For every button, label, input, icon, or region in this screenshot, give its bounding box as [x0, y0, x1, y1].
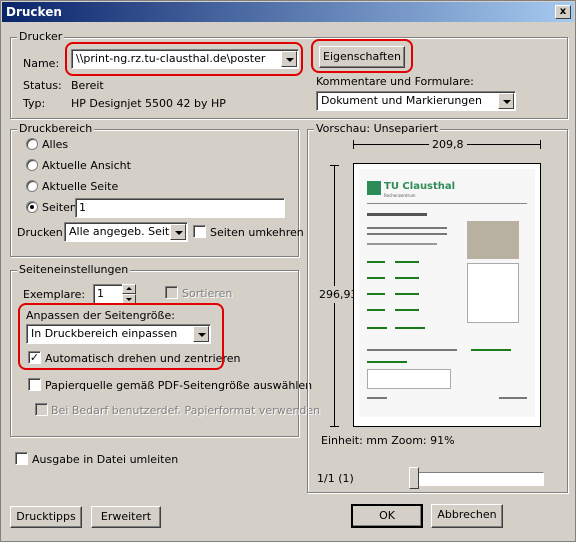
- preview-width: 209,8: [429, 138, 467, 151]
- reverse-pages-label: Seiten umkehren: [210, 226, 304, 239]
- radio-pages[interactable]: [26, 201, 38, 213]
- reverse-pages-checkbox[interactable]: [193, 225, 206, 238]
- print-subset-label: Drucken:: [17, 226, 67, 239]
- preview-height: 296,93: [319, 286, 358, 303]
- print-subset-select[interactable]: Alle angegeb. Seiten: [64, 222, 188, 242]
- type-label: Typ:: [23, 97, 46, 110]
- page-setup-legend: Seiteneinstellungen: [17, 263, 131, 276]
- doc-link: [367, 293, 385, 295]
- highlight-scaling: [18, 303, 224, 370]
- print-subset-value: Alle angegeb. Seiten: [69, 225, 183, 238]
- preview-legend: Vorschau: Unsepariert: [314, 122, 441, 135]
- doc-text-line: [367, 227, 447, 229]
- doc-text-line: [367, 233, 447, 235]
- chevron-down-icon[interactable]: [498, 93, 514, 109]
- print-range-legend: Druckbereich: [17, 122, 95, 135]
- advanced-button[interactable]: Erweitert: [91, 506, 161, 528]
- doc-rule: [367, 203, 527, 204]
- printer-group-legend: Drucker: [17, 30, 65, 43]
- comments-label: Kommentare und Formulare:: [316, 75, 474, 88]
- copies-input[interactable]: 1: [93, 284, 123, 304]
- preview-sheet: TU Clausthal Rechenzentrum: [353, 163, 541, 427]
- status-label: Status:: [23, 79, 62, 92]
- spin-up-icon[interactable]: [122, 284, 136, 294]
- collate-label: Sortieren: [182, 287, 233, 300]
- printer-name-label: Name:: [23, 57, 60, 70]
- doc-link: [367, 261, 385, 263]
- title-bar[interactable]: Drucken x: [2, 2, 574, 22]
- status-value: Bereit: [71, 79, 104, 92]
- custom-paper-label: Bei Bedarf benutzerdef. Papierformat ver…: [51, 404, 321, 417]
- doc-link: [367, 277, 385, 279]
- doc-heading-bar: [367, 213, 427, 216]
- cancel-button[interactable]: Abbrechen: [431, 504, 503, 528]
- print-to-file-checkbox[interactable]: [15, 452, 28, 465]
- doc-subtitle: Rechenzentrum: [384, 193, 416, 198]
- doc-logo-text: TU Clausthal: [384, 181, 456, 192]
- comments-select[interactable]: Dokument und Markierungen: [316, 91, 516, 111]
- radio-current-page[interactable]: [26, 180, 38, 192]
- paper-source-checkbox[interactable]: [28, 378, 41, 391]
- width-dimension-tick-right: [540, 140, 541, 149]
- doc-link: [367, 309, 385, 311]
- window-title: Drucken: [6, 5, 62, 19]
- preview-units-zoom: Einheit: mm Zoom: 91%: [321, 434, 455, 447]
- radio-current-view[interactable]: [26, 159, 38, 171]
- width-dimension-tick-left: [353, 140, 354, 149]
- close-icon[interactable]: x: [555, 5, 571, 19]
- doc-link: [395, 261, 419, 263]
- ok-button[interactable]: OK: [351, 504, 423, 528]
- height-dimension-tick-bottom: [330, 426, 339, 427]
- custom-paper-checkbox[interactable]: [35, 403, 48, 416]
- radio-all[interactable]: [26, 138, 38, 150]
- page-slider-thumb[interactable]: [409, 467, 419, 489]
- height-dimension-tick-top: [330, 165, 339, 166]
- copies-spinner[interactable]: [122, 284, 136, 304]
- pages-input[interactable]: 1: [75, 198, 285, 218]
- doc-sidebar-box: [467, 263, 519, 323]
- print-dialog: Drucken x Drucker Name: \\print-ng.rz.tu…: [0, 0, 576, 542]
- highlight-printer-name: [65, 42, 303, 76]
- doc-box: [367, 369, 451, 389]
- print-tips-button[interactable]: Drucktipps: [10, 506, 82, 528]
- radio-current-page-label: Aktuelle Seite: [42, 180, 119, 193]
- chevron-down-icon[interactable]: [170, 224, 186, 240]
- doc-text-line: [367, 349, 457, 351]
- radio-all-label: Alles: [42, 138, 69, 151]
- comments-select-value: Dokument und Markierungen: [321, 94, 483, 107]
- doc-footer-text: [367, 397, 387, 399]
- doc-link: [395, 309, 419, 311]
- page-counter: 1/1 (1): [317, 472, 354, 485]
- radio-pages-label: Seiten: [42, 201, 77, 214]
- print-to-file-label: Ausgabe in Datei umleiten: [32, 453, 179, 466]
- collate-checkbox[interactable]: [165, 286, 178, 299]
- doc-footer-text: [499, 397, 527, 399]
- preview-page-thumbnail: TU Clausthal Rechenzentrum: [359, 169, 535, 417]
- copies-label: Exemplare:: [23, 288, 86, 301]
- radio-current-view-label: Aktuelle Ansicht: [42, 159, 131, 172]
- doc-logo-icon: [367, 181, 381, 195]
- highlight-properties: [311, 39, 413, 73]
- doc-link: [367, 327, 387, 329]
- doc-link: [367, 361, 407, 363]
- page-slider-track[interactable]: [411, 472, 544, 486]
- doc-link: [471, 349, 511, 351]
- doc-text-line: [367, 243, 437, 245]
- doc-link: [395, 293, 419, 295]
- type-value: HP Designjet 5500 42 by HP: [71, 97, 226, 110]
- doc-link: [395, 277, 419, 279]
- doc-image: [467, 221, 519, 259]
- paper-source-label: Papierquelle gemäß PDF-Seitengröße auswä…: [45, 379, 313, 392]
- doc-link: [395, 327, 425, 329]
